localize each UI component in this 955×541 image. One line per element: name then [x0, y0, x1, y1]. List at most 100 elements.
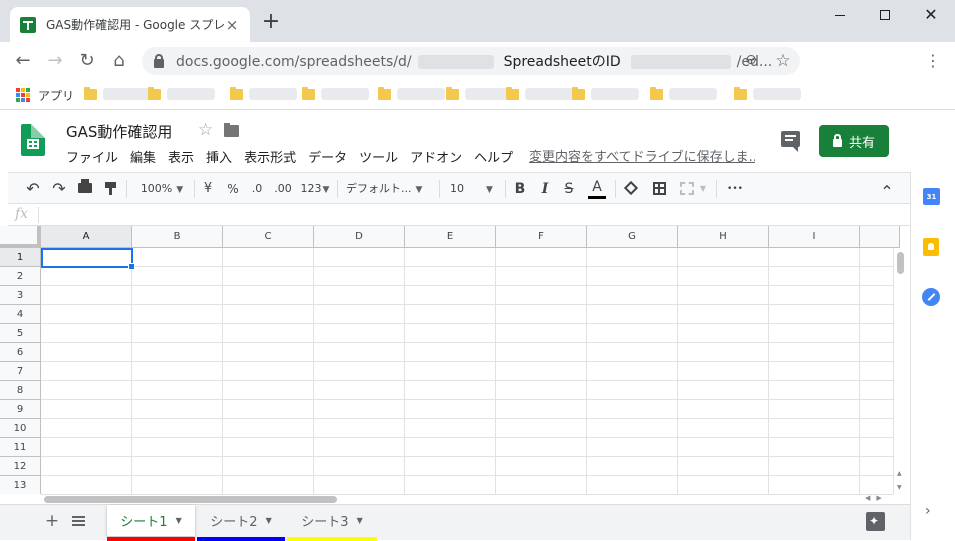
- explore-icon[interactable]: [866, 512, 885, 531]
- more-options-button[interactable]: •••: [724, 179, 746, 199]
- scroll-up-arrow-icon[interactable]: ▲: [897, 470, 902, 477]
- window-maximize-button[interactable]: [862, 0, 908, 30]
- italic-button[interactable]: I: [538, 179, 552, 199]
- all-sheets-list-icon[interactable]: [72, 516, 85, 527]
- column-header-partial[interactable]: [860, 226, 900, 248]
- menu-format[interactable]: 表示形式: [244, 147, 296, 166]
- reload-button[interactable]: ↻: [76, 50, 98, 72]
- bookmark-folder[interactable]: [734, 86, 801, 100]
- decrease-decimal-button[interactable]: .0: [248, 179, 266, 199]
- browser-menu-icon[interactable]: ⋮: [925, 50, 941, 72]
- menu-edit[interactable]: 編集: [130, 147, 156, 166]
- collapse-menus-button[interactable]: ⌃: [878, 182, 896, 202]
- active-cell-a1[interactable]: [41, 248, 135, 270]
- sheet-tab-1[interactable]: シート1 ▼: [107, 505, 195, 541]
- back-button[interactable]: ←: [12, 50, 34, 72]
- menu-help[interactable]: ヘルプ: [474, 147, 513, 166]
- column-header-i[interactable]: I: [769, 226, 860, 248]
- borders-icon[interactable]: [653, 182, 666, 195]
- sheet-tab-2[interactable]: シート2 ▼: [197, 505, 285, 541]
- keep-icon[interactable]: [923, 238, 939, 256]
- column-header-e[interactable]: E: [405, 226, 496, 248]
- bookmark-folder[interactable]: [302, 86, 369, 100]
- bookmark-folder[interactable]: [148, 86, 215, 100]
- sheet-tab-3[interactable]: シート3 ▼: [287, 505, 377, 541]
- scroll-down-arrow-icon[interactable]: ▼: [897, 484, 902, 491]
- percent-format-button[interactable]: %: [226, 179, 240, 199]
- share-button[interactable]: 共有: [819, 125, 889, 157]
- bookmark-folder[interactable]: [446, 86, 513, 100]
- apps-grid-icon[interactable]: [16, 88, 30, 102]
- vertical-scroll-thumb[interactable]: [897, 252, 904, 274]
- lock-icon[interactable]: [154, 53, 164, 68]
- bookmark-folder[interactable]: [378, 86, 445, 100]
- zoom-icon[interactable]: ⊖: [742, 52, 760, 70]
- column-header-h[interactable]: H: [678, 226, 769, 248]
- undo-icon[interactable]: ↶: [24, 179, 42, 199]
- row-header-11[interactable]: 11: [0, 438, 41, 457]
- forward-button[interactable]: →: [44, 50, 66, 72]
- vertical-scrollbar[interactable]: ▲ ▼: [893, 248, 910, 494]
- column-header-c[interactable]: C: [223, 226, 314, 248]
- bold-button[interactable]: B: [513, 179, 527, 199]
- add-sheet-button[interactable]: +: [44, 511, 60, 531]
- star-icon[interactable]: ☆: [198, 120, 213, 140]
- merge-chevron-down-icon[interactable]: ▼: [698, 179, 708, 199]
- row-header-1[interactable]: 1: [0, 248, 41, 267]
- bookmark-folder[interactable]: [650, 86, 717, 100]
- row-header-8[interactable]: 8: [0, 381, 41, 400]
- tasks-icon[interactable]: [922, 288, 940, 306]
- menu-data[interactable]: データ: [308, 147, 347, 166]
- save-status-link[interactable]: 変更内容をすべてドライブに保存しま...: [529, 146, 755, 165]
- menu-view[interactable]: 表示: [168, 147, 194, 166]
- url-text[interactable]: docs.google.com/spreadsheets/d/Spreadshe…: [176, 51, 772, 71]
- more-formats-button[interactable]: 123▼: [299, 179, 331, 199]
- bookmark-folder[interactable]: [572, 86, 639, 100]
- column-header-b[interactable]: B: [132, 226, 223, 248]
- column-header-f[interactable]: F: [496, 226, 587, 248]
- browser-tab[interactable]: GAS動作確認用 - Google スプレッドシート ×: [10, 7, 250, 42]
- bookmark-star-icon[interactable]: ☆: [774, 51, 792, 71]
- calendar-icon[interactable]: 31: [923, 188, 940, 205]
- merge-cells-icon[interactable]: [680, 182, 694, 195]
- row-header-13[interactable]: 13: [0, 476, 41, 494]
- column-header-g[interactable]: G: [587, 226, 678, 248]
- row-header-9[interactable]: 9: [0, 400, 41, 419]
- bookmark-folder[interactable]: [230, 86, 297, 100]
- fill-color-icon[interactable]: [623, 180, 639, 196]
- document-title[interactable]: GAS動作確認用: [66, 121, 172, 142]
- cell-area[interactable]: [41, 248, 893, 494]
- menu-file[interactable]: ファイル: [66, 147, 118, 166]
- menu-addons[interactable]: アドオン: [410, 147, 462, 166]
- horizontal-scroll-thumb[interactable]: [44, 496, 337, 503]
- row-header-6[interactable]: 6: [0, 343, 41, 362]
- strikethrough-button[interactable]: S: [562, 179, 576, 199]
- new-tab-button[interactable]: +: [260, 11, 282, 33]
- currency-format-button[interactable]: ¥: [201, 179, 215, 199]
- paint-format-icon[interactable]: [105, 182, 116, 195]
- apps-label[interactable]: アプリ: [38, 87, 74, 104]
- row-header-4[interactable]: 4: [0, 305, 41, 324]
- select-all-corner[interactable]: [0, 226, 41, 248]
- font-size-select[interactable]: 10 ▼: [450, 179, 498, 199]
- column-header-a[interactable]: A: [41, 226, 132, 248]
- row-header-7[interactable]: 7: [0, 362, 41, 381]
- font-family-select[interactable]: デフォルト... ▼: [346, 179, 432, 199]
- expand-panel-icon[interactable]: ›: [925, 503, 931, 519]
- scroll-left-right-arrows-icon[interactable]: ◀▶: [865, 494, 888, 502]
- window-close-button[interactable]: ✕: [908, 0, 954, 30]
- sheets-logo-icon[interactable]: [21, 124, 45, 156]
- row-header-12[interactable]: 12: [0, 457, 41, 476]
- row-header-3[interactable]: 3: [0, 286, 41, 305]
- menu-tools[interactable]: ツール: [359, 147, 398, 166]
- row-header-10[interactable]: 10: [0, 419, 41, 438]
- comment-history-icon[interactable]: [781, 131, 800, 152]
- print-icon[interactable]: [78, 179, 92, 193]
- window-minimize-button[interactable]: [817, 0, 863, 30]
- zoom-select[interactable]: 100% ▼: [136, 179, 188, 199]
- bookmark-folder[interactable]: [84, 86, 151, 100]
- text-color-button[interactable]: A: [588, 177, 606, 197]
- move-folder-icon[interactable]: [224, 123, 239, 137]
- row-header-5[interactable]: 5: [0, 324, 41, 343]
- bookmark-folder[interactable]: [506, 86, 573, 100]
